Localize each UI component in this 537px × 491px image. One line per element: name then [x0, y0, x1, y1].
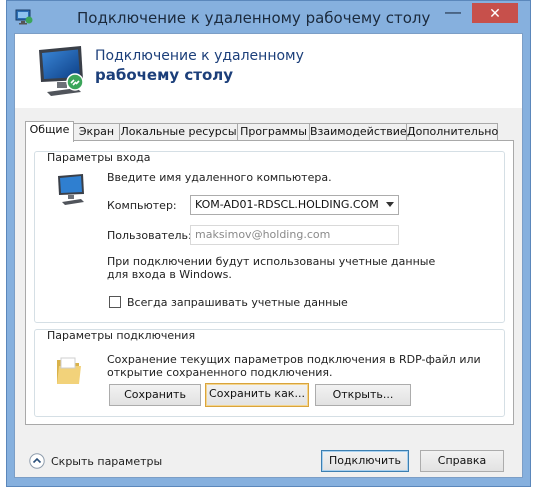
always-ask-checkbox[interactable]	[109, 296, 121, 308]
window-title: Подключение к удаленному рабочему столу	[77, 9, 431, 27]
computer-combobox[interactable]: KOM-AD01-RDSCL.HOLDING.COM	[190, 195, 399, 215]
folder-icon	[57, 357, 81, 384]
connection-desc-line2: открытие сохраненного подключения.	[107, 366, 333, 379]
computer-label: Компьютер:	[107, 199, 177, 212]
save-button[interactable]: Сохранить	[109, 384, 201, 406]
remote-desktop-app-icon	[15, 9, 33, 25]
help-button[interactable]: Справка	[420, 450, 504, 472]
hide-params-label[interactable]: Скрыть параметры	[51, 455, 162, 468]
header-title-line1: Подключение к удаленному	[95, 48, 304, 64]
computer-prompt-text: Введите имя удаленного компьютера.	[107, 171, 332, 184]
always-ask-label[interactable]: Всегда запрашивать учетные данные	[127, 296, 348, 309]
open-button[interactable]: Открыть...	[315, 384, 411, 406]
rdp-window: Подключение к удаленному рабочему столу …	[6, 0, 531, 487]
credentials-info-line2: для входа в Windows.	[107, 268, 232, 281]
save-as-button[interactable]: Сохранить как...	[205, 383, 309, 407]
tab-panel-general: Параметры входа Введите имя удаленного к…	[25, 140, 514, 425]
dialog-client-area: Подключение к удаленному рабочему столу …	[14, 33, 523, 478]
tab-advanced[interactable]: Дополнительно	[406, 123, 498, 141]
chevron-up-icon[interactable]	[29, 453, 45, 469]
minimize-button[interactable]: —	[440, 3, 466, 23]
chevron-down-icon[interactable]	[386, 202, 394, 208]
computer-icon	[58, 174, 84, 205]
title-bar[interactable]: Подключение к удаленному рабочему столу …	[7, 1, 530, 33]
tab-display[interactable]: Экран	[73, 123, 120, 141]
connection-settings-group: Параметры подключения Сохранение текущих…	[34, 329, 505, 417]
close-button[interactable]: ✕	[472, 3, 518, 23]
header-title-line2: рабочему столу	[95, 66, 234, 84]
tab-general[interactable]: Общие	[25, 121, 74, 142]
dialog-header: Подключение к удаленному рабочему столу	[15, 34, 522, 108]
tab-programs[interactable]: Программы	[237, 123, 310, 141]
computer-value: KOM-AD01-RDSCL.HOLDING.COM	[195, 198, 379, 211]
login-settings-group: Параметры входа Введите имя удаленного к…	[34, 151, 505, 323]
user-label: Пользователь:	[107, 229, 192, 242]
login-settings-title: Параметры входа	[47, 151, 151, 164]
connect-button[interactable]: Подключить	[321, 450, 409, 472]
tab-experience[interactable]: Взаимодействие	[309, 123, 407, 141]
connection-desc-line1: Сохранение текущих параметров подключени…	[107, 353, 481, 366]
user-name-field[interactable]: maksimov@holding.com	[190, 225, 399, 245]
credentials-info-line1: При подключении будут использованы учетн…	[107, 255, 436, 268]
connection-settings-title: Параметры подключения	[47, 329, 196, 342]
remote-computer-icon	[39, 46, 84, 96]
tab-local-resources[interactable]: Локальные ресурсы	[119, 123, 238, 141]
